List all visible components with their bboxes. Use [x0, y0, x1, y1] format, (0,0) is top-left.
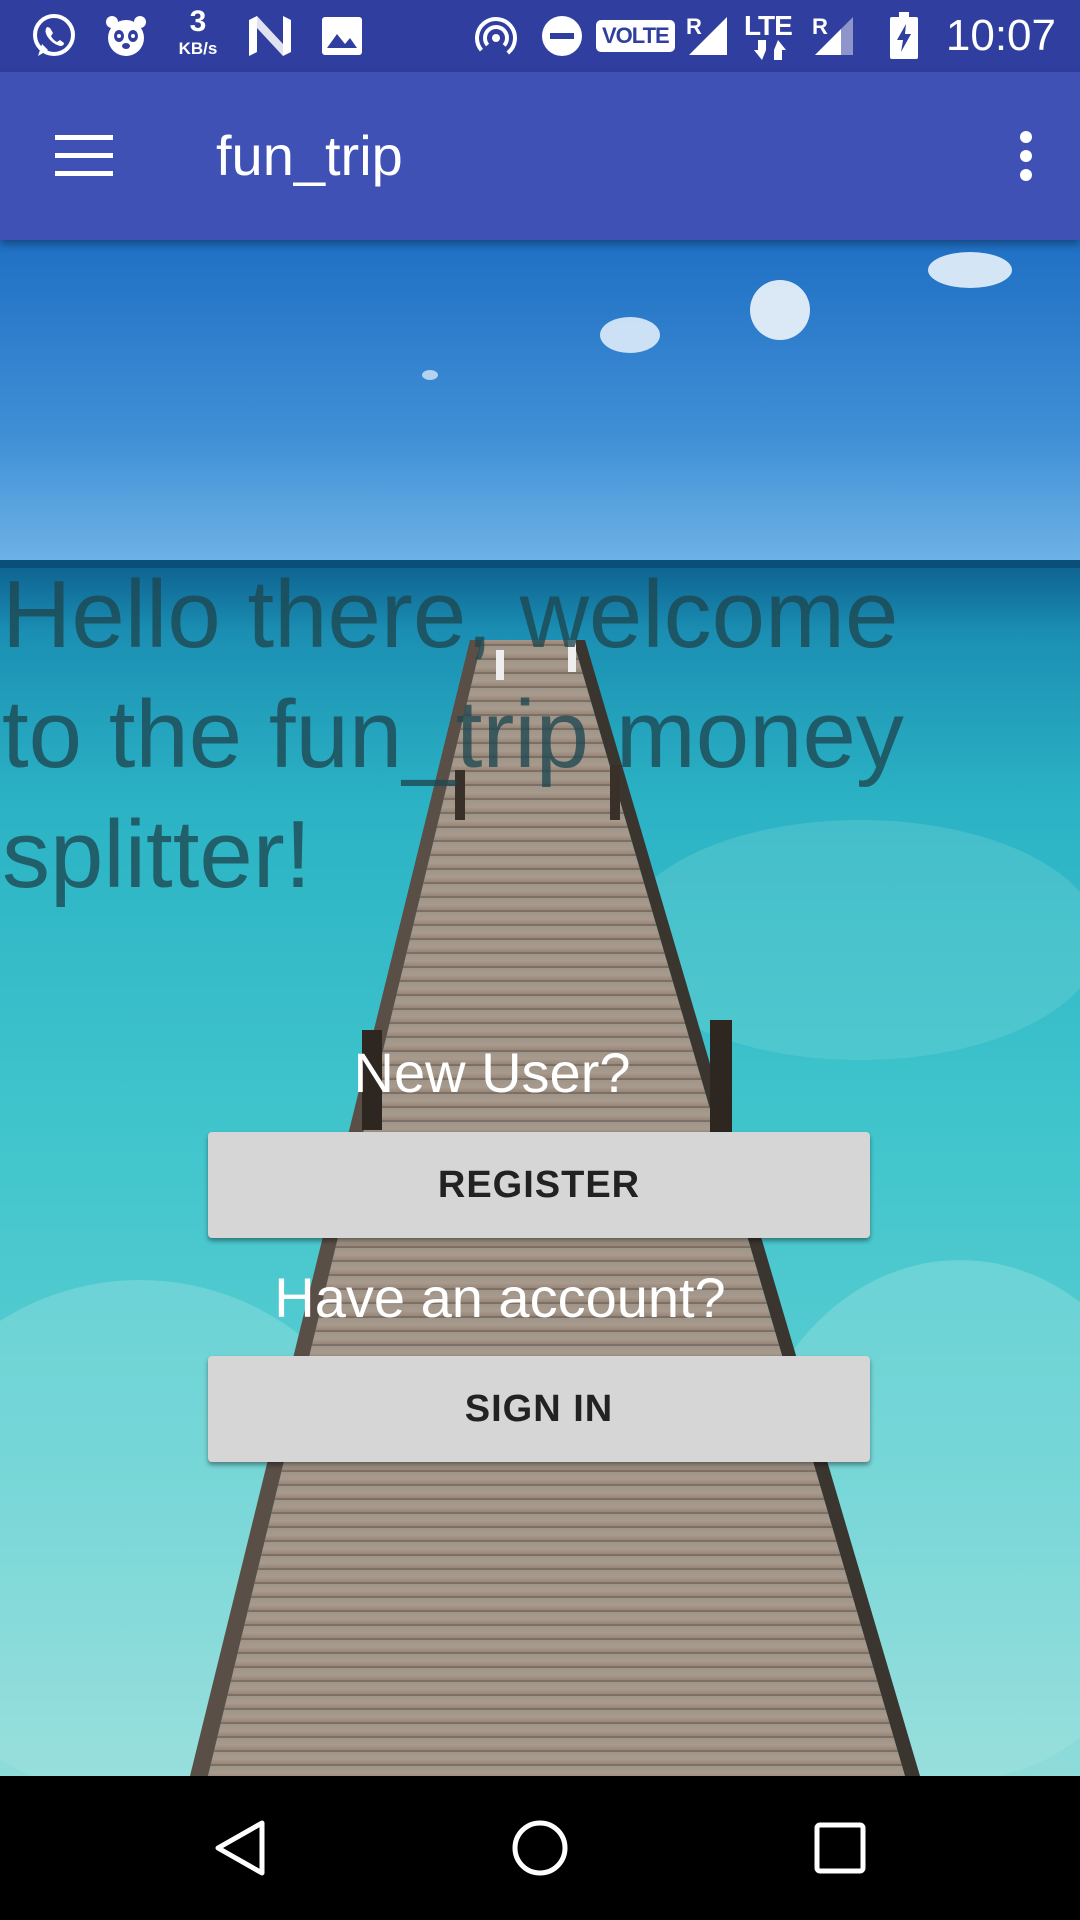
- overflow-menu-button[interactable]: [988, 118, 1064, 194]
- signal-icon: [686, 12, 730, 60]
- hotspot-icon: [470, 12, 522, 60]
- volte-badge: VOLTE: [596, 20, 675, 52]
- whatsapp-icon: [28, 12, 80, 60]
- have-account-label: Have an account?: [274, 1266, 726, 1329]
- network-type: LTE: [744, 10, 793, 41]
- app-title: fun_trip: [216, 124, 403, 187]
- foodpanda-icon: [100, 12, 152, 60]
- data-speed-unit: KB/s: [178, 39, 218, 58]
- back-button[interactable]: [180, 1800, 300, 1896]
- main-content: Hello there, welcome to the fun_trip mon…: [0, 240, 1080, 1776]
- home-button[interactable]: [480, 1800, 600, 1896]
- status-time: 10:07: [945, 11, 1056, 60]
- home-icon: [512, 1820, 568, 1876]
- sign-in-button[interactable]: SIGN IN: [208, 1356, 870, 1462]
- data-speed-indicator: 3 KB/s: [172, 6, 224, 66]
- signal-icon-2: [812, 12, 856, 60]
- navigation-bar: [0, 1776, 1080, 1920]
- do-not-disturb-icon: [538, 12, 586, 60]
- recents-icon: [814, 1822, 866, 1874]
- image-icon: [318, 12, 366, 60]
- menu-button[interactable]: [40, 118, 128, 194]
- battery-charging-icon: [884, 12, 924, 60]
- recents-button[interactable]: [780, 1800, 900, 1896]
- new-user-label: New User?: [353, 1041, 631, 1104]
- status-bar: 3 KB/s VOLTE R LTE R 10:07: [0, 0, 1080, 72]
- more-vert-icon: [1020, 131, 1032, 181]
- screen: 3 KB/s VOLTE R LTE R 10:07 fun_trip Hell…: [0, 0, 1080, 1920]
- welcome-heading: Hello there, welcome to the fun_trip mon…: [2, 561, 904, 908]
- beach-pier-background-image: [0, 240, 1080, 1776]
- n-icon: [244, 12, 296, 60]
- register-button[interactable]: REGISTER: [208, 1132, 870, 1238]
- back-icon: [215, 1820, 265, 1876]
- hamburger-menu-icon: [55, 135, 113, 176]
- app-bar: fun_trip: [0, 72, 1080, 240]
- data-activity-icon: [752, 40, 792, 62]
- data-speed-value: 3: [189, 5, 207, 38]
